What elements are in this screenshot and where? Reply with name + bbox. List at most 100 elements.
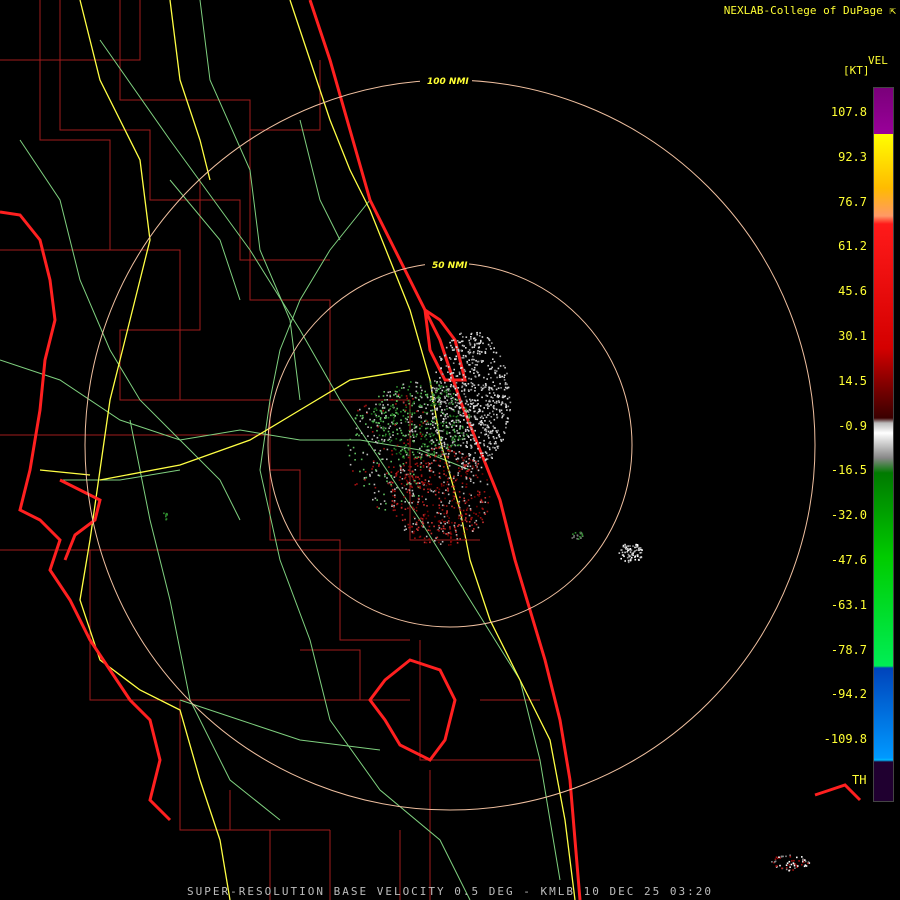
echo-pixel <box>417 485 419 488</box>
echo-pixel <box>465 520 468 523</box>
echo-pixel <box>495 442 497 445</box>
external-link-icon[interactable]: ⇱ <box>889 4 896 17</box>
echo-pixel <box>373 410 375 413</box>
echo-pixel <box>356 414 358 417</box>
echo-pixel <box>390 471 393 473</box>
echo-pixel <box>396 503 398 506</box>
echo-pixel <box>475 523 478 526</box>
echo-pixel <box>408 526 410 529</box>
echo-pixel <box>505 404 507 406</box>
echo-pixel <box>458 467 460 469</box>
echo-pixel <box>397 413 399 415</box>
echo-pixel <box>392 434 394 436</box>
echo-pixel <box>496 413 498 416</box>
echo-pixel <box>499 410 501 413</box>
echo-pixel <box>476 352 479 355</box>
echo-pixel <box>462 520 464 523</box>
echo-pixel <box>420 405 423 407</box>
echo-pixel <box>415 523 417 526</box>
echo-pixel <box>427 488 429 490</box>
echo-pixel <box>456 392 459 395</box>
echo-pixel <box>790 863 793 866</box>
echo-pixel <box>465 486 468 488</box>
echo-pixel <box>375 409 378 411</box>
echo-pixel <box>445 402 447 405</box>
radar-echoes <box>163 331 811 872</box>
echo-pixel <box>469 453 472 456</box>
echo-pixel <box>441 540 444 543</box>
echo-pixel <box>471 524 473 526</box>
echo-pixel <box>362 468 365 471</box>
echo-pixel <box>804 864 807 866</box>
echo-pixel <box>489 386 491 389</box>
echo-pixel <box>470 358 473 361</box>
echo-pixel <box>427 514 430 517</box>
echo-pixel <box>394 490 396 493</box>
echo-pixel <box>627 547 629 550</box>
echo-pixel <box>488 399 491 402</box>
echo-pixel <box>427 521 429 524</box>
echo-pixel <box>461 357 463 359</box>
echo-pixel <box>466 362 469 364</box>
echo-pixel <box>393 504 395 507</box>
echo-pixel <box>456 404 458 407</box>
echo-pixel <box>464 538 466 541</box>
echo-pixel <box>419 463 422 466</box>
echo-pixel <box>371 471 373 474</box>
echo-pixel <box>368 483 371 485</box>
echo-pixel <box>395 403 397 405</box>
echo-pixel <box>450 384 452 386</box>
echo-pixel <box>393 501 396 504</box>
echo-pixel <box>488 426 490 429</box>
echo-pixel <box>443 413 445 416</box>
echo-pixel <box>489 441 491 443</box>
echo-pixel <box>393 506 395 509</box>
echo-pixel <box>361 414 364 417</box>
echo-pixel <box>440 499 442 502</box>
echo-pixel <box>477 350 479 352</box>
echo-pixel <box>461 425 464 428</box>
echo-pixel <box>495 388 498 391</box>
echo-pixel <box>462 492 465 495</box>
echo-pixel <box>506 409 508 411</box>
echo-pixel <box>479 456 481 459</box>
echo-pixel <box>417 476 419 478</box>
echo-pixel <box>476 404 478 407</box>
ring-label-50: 50 NMI <box>432 261 468 271</box>
echo-pixel <box>433 448 436 450</box>
echo-pixel <box>415 390 418 393</box>
echo-pixel <box>447 394 449 397</box>
echo-pixel <box>398 458 400 461</box>
echo-pixel <box>626 551 629 553</box>
echo-pixel <box>412 398 414 400</box>
echo-pixel <box>386 394 388 397</box>
echo-pixel <box>459 452 461 454</box>
echo-pixel <box>470 333 472 335</box>
echo-pixel <box>367 435 369 437</box>
echo-pixel <box>622 545 625 548</box>
echo-pixel <box>492 400 494 402</box>
echo-pixel <box>400 450 402 452</box>
echo-pixel <box>468 521 471 523</box>
echo-pixel <box>447 456 449 458</box>
echo-pixel <box>451 442 454 444</box>
echo-pixel <box>446 413 448 415</box>
echo-pixel <box>398 396 401 399</box>
echo-pixel <box>386 472 388 475</box>
echo-pixel <box>465 483 468 485</box>
echo-pixel <box>412 532 415 535</box>
echo-pixel <box>426 393 429 396</box>
echo-pixel <box>427 404 429 406</box>
echo-pixel <box>417 529 419 531</box>
echo-pixel <box>469 351 472 354</box>
echo-pixel <box>637 555 639 558</box>
echo-pixel <box>493 405 495 407</box>
echo-pixel <box>438 472 441 475</box>
echo-pixel <box>348 454 351 457</box>
echo-pixel <box>480 424 482 426</box>
echo-pixel <box>466 421 468 424</box>
echo-pixel <box>387 423 390 425</box>
echo-pixel <box>434 460 437 462</box>
echo-pixel <box>495 402 498 404</box>
echo-pixel <box>438 520 440 523</box>
